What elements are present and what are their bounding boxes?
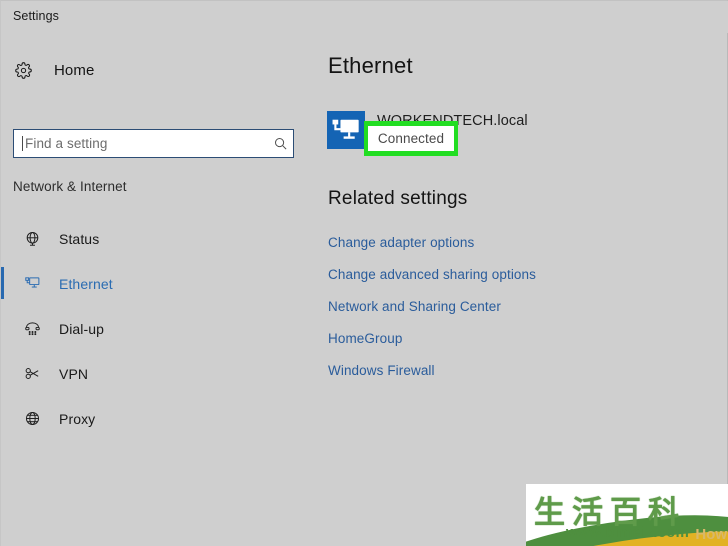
search-placeholder: Find a setting [25, 136, 108, 151]
sidebar-item-proxy[interactable]: Proxy [1, 396, 311, 441]
globe-status-icon [19, 230, 45, 247]
highlight-label: Connected [377, 131, 445, 146]
sidebar-section-title: Network & Internet [13, 179, 127, 194]
connected-status-highlight: Connected [364, 121, 458, 156]
ethernet-adapter-icon [327, 111, 365, 149]
selection-indicator [1, 402, 4, 434]
search-icon[interactable] [267, 136, 293, 151]
title-bar: Settings [1, 1, 728, 33]
watermark: How 生活百科 www.bimeiz.com [526, 484, 728, 546]
sidebar-item-status-label: Status [59, 230, 100, 247]
selection-indicator [1, 267, 4, 299]
sidebar-item-dialup-label: Dial-up [59, 320, 105, 337]
ethernet-icon [19, 275, 45, 292]
link-homegroup[interactable]: HomeGroup [328, 329, 718, 361]
selection-indicator [1, 357, 4, 389]
text-caret [22, 136, 23, 151]
sidebar-item-ethernet-label: Ethernet [59, 275, 113, 292]
settings-window: Settings Home Find a setting Network & I… [0, 0, 728, 546]
gear-icon [15, 61, 41, 79]
sidebar-item-status[interactable]: Status [1, 216, 311, 261]
selection-indicator [1, 312, 4, 344]
search-input[interactable]: Find a setting [13, 129, 294, 158]
page-title: Ethernet [328, 53, 413, 78]
globe-proxy-icon [19, 410, 45, 427]
highlight-inner: Connected [368, 126, 454, 151]
sidebar-item-proxy-label: Proxy [59, 410, 96, 427]
sidebar: Home Find a setting Network & Internet S… [1, 33, 311, 546]
link-change-adapter-options[interactable]: Change adapter options [328, 233, 718, 265]
link-network-and-sharing-center[interactable]: Network and Sharing Center [328, 297, 718, 329]
link-change-advanced-sharing-options[interactable]: Change advanced sharing options [328, 265, 718, 297]
watermark-url: www.bimeiz.com [565, 524, 690, 541]
sidebar-item-home-label: Home [54, 61, 95, 79]
sidebar-item-ethernet[interactable]: Ethernet [1, 261, 311, 306]
sidebar-item-home[interactable]: Home [1, 53, 301, 87]
related-settings-title: Related settings [328, 188, 468, 209]
selection-indicator [1, 222, 4, 254]
window-title: Settings [13, 9, 59, 23]
sidebar-item-vpn[interactable]: VPN [1, 351, 311, 396]
sidebar-item-dialup[interactable]: Dial-up [1, 306, 311, 351]
vpn-key-icon [19, 365, 45, 382]
sidebar-nav-list: Status Ethernet Dial-up VPN Proxy [1, 216, 311, 441]
sidebar-item-vpn-label: VPN [59, 365, 89, 382]
dialup-phone-icon [19, 320, 45, 337]
main-content: Ethernet WORKENDTECH.local Connected Rel… [311, 33, 728, 546]
related-settings-links: Change adapter options Change advanced s… [328, 233, 718, 393]
link-windows-firewall[interactable]: Windows Firewall [328, 361, 718, 393]
